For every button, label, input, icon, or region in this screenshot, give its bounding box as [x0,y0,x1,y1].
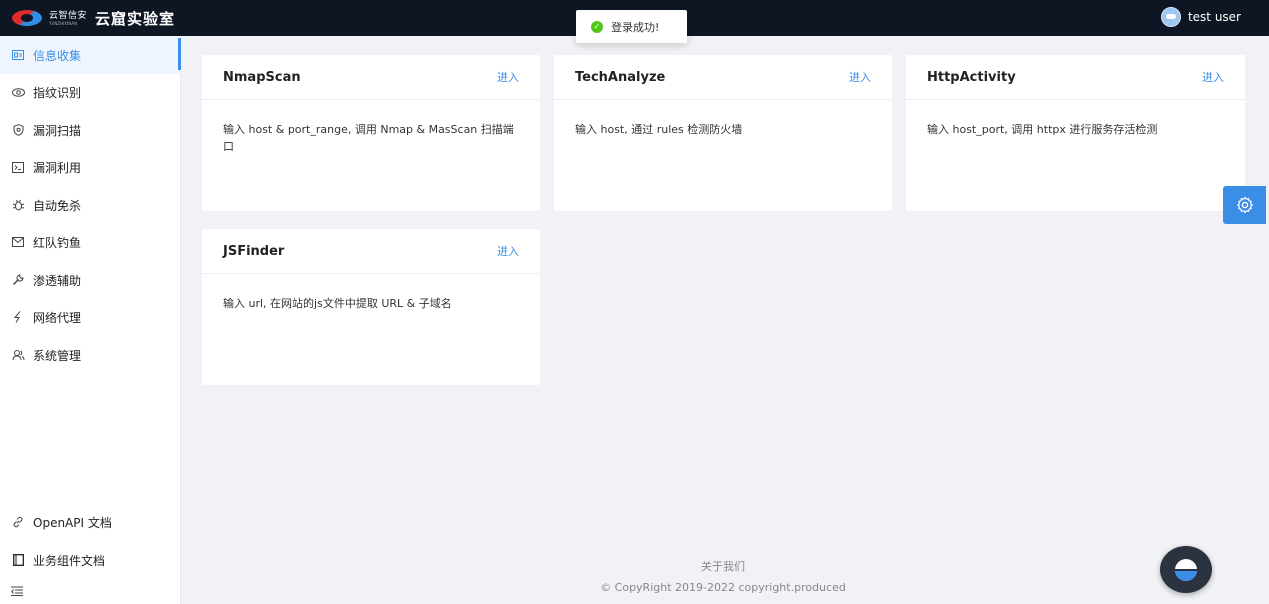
sidebar-item-label: 红队钓鱼 [33,235,82,250]
about-us-link[interactable]: 关于我们 [650,558,796,574]
terminal-icon [11,160,25,174]
sidebar-item-info-gathering[interactable]: 信息收集 [0,36,181,74]
sidebar-item-component-docs[interactable]: 业务组件文档 [0,541,181,579]
logo-icon [12,8,46,28]
sidebar-item-vuln-exploit[interactable]: 漏洞利用 [0,148,181,186]
shield-icon [11,123,25,137]
card-description: 输入 url, 在网站的js文件中提取 URL & 子域名 [223,297,452,310]
assistant-button[interactable] [1160,546,1212,593]
enter-link[interactable]: 进入 [497,243,519,259]
card-description: 输入 host, 通过 rules 检测防火墙 [575,123,743,136]
sidebar-item-label: OpenAPI 文档 [33,515,112,530]
enter-link[interactable]: 进入 [497,69,519,85]
logo[interactable]: 云智信安 YUNZHIXINAN 云窟实验室 [12,8,175,29]
book-icon [11,553,25,567]
sidebar-item-label: 漏洞扫描 [33,123,82,138]
sidebar-item-label: 业务组件文档 [33,553,106,568]
card-title: NmapScan [223,69,301,85]
check-circle-icon: ✓ [591,20,603,33]
sidebar-item-openapi-docs[interactable]: OpenAPI 文档 [0,503,181,541]
sidebar-item-vuln-scan[interactable]: 漏洞扫描 [0,111,181,149]
eye-icon [11,85,25,99]
sidebar-item-network-proxy[interactable]: 网络代理 [0,298,181,336]
card-jsfinder: JSFinder 进入 输入 url, 在网站的js文件中提取 URL & 子域… [202,229,540,385]
users-icon [11,348,25,362]
card-title: TechAnalyze [575,69,666,85]
settings-button[interactable] [1223,186,1266,224]
assistant-icon [1175,558,1197,581]
sidebar-item-red-team-phishing[interactable]: 红队钓鱼 [0,223,181,261]
user-name: test user [1187,10,1241,24]
lightning-icon [11,310,25,324]
gear-icon [1236,196,1253,214]
card-title: HttpActivity [927,69,1016,85]
sidebar-item-auto-evasion[interactable]: 自动免杀 [0,186,181,224]
card-description: 输入 host & port_range, 调用 Nmap & MasScan … [223,123,514,153]
enter-link[interactable]: 进入 [1202,69,1224,85]
sidebar-item-system-admin[interactable]: 系统管理 [0,336,181,374]
card-title: JSFinder [223,243,285,259]
card-header: JSFinder 进入 [202,229,540,274]
sidebar-item-label: 指纹识别 [33,85,82,100]
id-card-icon [11,48,25,62]
sidebar-item-label: 网络代理 [33,310,82,325]
menu-collapse-icon[interactable] [11,586,23,599]
sidebar-item-pentest-assist[interactable]: 渗透辅助 [0,261,181,299]
logo-text: 云智信安 YUNZHIXINAN [46,11,87,26]
copyright-text: © CopyRight 2019-2022 copyright.produced [600,581,846,594]
sidebar-item-label: 信息收集 [33,48,82,63]
sidebar-item-label: 系统管理 [33,348,82,363]
toast-message: ✓ 登录成功! [576,10,687,43]
brand-title: 云窟实验室 [95,9,176,28]
sidebar: 信息收集 指纹识别 漏洞扫描 漏洞利用 自动免杀 红队钓鱼 渗透辅助 网络代理 … [0,36,181,604]
card-header: NmapScan 进入 [202,55,540,100]
avatar [1160,7,1181,27]
sidebar-item-label: 渗透辅助 [33,273,82,288]
card-httpactivity: HttpActivity 进入 输入 host_port, 调用 httpx 进… [906,55,1245,211]
card-header: HttpActivity 进入 [906,55,1245,100]
toast-text: 登录成功! [611,20,660,34]
user-menu[interactable]: test user [1160,7,1241,27]
logo-text-cn: 云智信安 [49,10,88,21]
card-techanalyze: TechAnalyze 进入 输入 host, 通过 rules 检测防火墙 [554,55,892,211]
wrench-icon [11,273,25,287]
logo-text-en: YUNZHIXINAN [49,20,77,26]
link-icon [11,515,25,529]
sidebar-item-label: 漏洞利用 [33,160,82,175]
sidebar-item-label: 自动免杀 [33,198,82,213]
card-nmapscan: NmapScan 进入 输入 host & port_range, 调用 Nma… [202,55,540,211]
mail-icon [11,235,25,249]
card-header: TechAnalyze 进入 [554,55,892,100]
enter-link[interactable]: 进入 [849,69,871,85]
sidebar-item-fingerprint[interactable]: 指纹识别 [0,73,181,111]
bug-icon [11,198,25,212]
card-description: 输入 host_port, 调用 httpx 进行服务存活检测 [927,123,1158,136]
